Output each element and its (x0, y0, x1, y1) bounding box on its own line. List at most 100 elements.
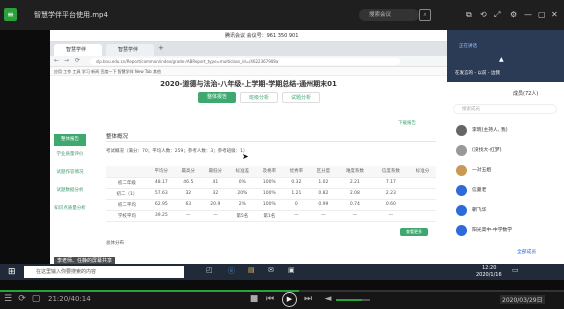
volume-fill (336, 299, 362, 301)
speaker-header: 在发言的 - 以前 - 边我 (455, 71, 500, 76)
clock-text: 12:20 (482, 265, 497, 271)
search-field[interactable]: 搜索会议 (359, 9, 419, 21)
member-search-input[interactable]: 搜索成员 (453, 104, 557, 114)
table-header: 标准差 (228, 166, 256, 178)
table-cell: — (336, 210, 373, 222)
bookmarks-bar[interactable]: 应用 工作 工具 学习 新闻 百度一下 智慧学伴 New Tab 其他 (50, 67, 447, 76)
table-cell: 41 (201, 177, 229, 189)
play-button[interactable]: ▶ (282, 292, 297, 307)
member-row[interactable]: 信曼老 (456, 180, 561, 202)
maximize-icon[interactable]: ▢ (538, 0, 548, 30)
volume-icon[interactable]: ◄ (322, 290, 334, 309)
notification-icon[interactable]: ▭ (512, 266, 519, 274)
reload-icon[interactable]: ⟳ (75, 57, 80, 64)
new-tab-icon[interactable]: + (158, 44, 164, 52)
taskview-icon[interactable]: ◰ (206, 266, 213, 274)
member-name: 李晓(主持人, 我) (472, 128, 508, 133)
table-row: 初二年级 48.17 46.5 41 0% 100% 0.32 1.02 2.21 7.17 (106, 177, 436, 189)
settings-icon[interactable]: ⚙ (510, 0, 520, 30)
member-row[interactable]: 李晓(主持人, 我) (456, 120, 561, 142)
table-cell: 0.32 (282, 177, 310, 189)
avatar (456, 145, 467, 156)
tab-strip: 智慧学伴 智慧学伴 + (50, 42, 447, 56)
view-more-button[interactable]: 查看更多 (400, 228, 428, 236)
table-cell: — (372, 210, 409, 222)
screenshot-icon[interactable]: ⧉ (466, 0, 476, 30)
table-cell: 63 (174, 199, 202, 211)
speaker-panel: 正在讲话 ▲ 在发言的 - 以前 - 边我 (447, 30, 564, 82)
member-name: 朝飞华 (472, 208, 487, 213)
url-input[interactable]: slp.bnu.edu.cn/Report/common/index/grade… (90, 58, 400, 65)
table-cell: 0.74 (336, 199, 373, 211)
sidebar-item-overview[interactable]: 整体报告 (54, 134, 86, 146)
table-header: 及格率 (255, 166, 283, 178)
section-title: 整体概况 (106, 134, 129, 140)
table-cell: — (309, 210, 337, 222)
table-header: 信度系数 (372, 166, 409, 178)
close-icon[interactable]: ✕ (551, 0, 561, 30)
member-row[interactable]: 朝飞华 (456, 200, 561, 222)
edge-icon[interactable]: ⓔ (228, 266, 235, 276)
windows-start-icon[interactable]: ⊞ (8, 267, 18, 277)
forward-icon[interactable]: → (64, 57, 69, 64)
sidebar-item-data[interactable]: 试题数据分析 (54, 188, 86, 194)
exam-summary: 考试概况（满分：70；平均人数：259；参考人数：3；参考班级：1） (106, 149, 248, 154)
sidebar-item-quality[interactable]: 学业质量评价 (54, 152, 86, 158)
mail-icon[interactable]: ✉ (268, 266, 274, 274)
loop-icon[interactable]: ⟳ (16, 290, 28, 309)
next-button[interactable]: ⏭ (302, 290, 314, 309)
table-cell: 57.63 (147, 188, 175, 200)
class-analysis-button[interactable]: 班级分析 (240, 92, 278, 103)
meeting-title: 腾讯会议 会议号：961 350 901 (225, 33, 299, 39)
tab-2[interactable]: 智慧学伴 (106, 44, 154, 56)
collapse-icon[interactable]: ▲ (499, 56, 504, 63)
table-cell: 100% (255, 188, 283, 200)
avatar (456, 205, 467, 216)
avatar (456, 185, 467, 196)
table-cell: 32 (201, 188, 229, 200)
table-cell: — (201, 210, 229, 222)
taskbar-search-input[interactable]: 在这里输入你要搜索的内容 (24, 266, 184, 278)
table-header: 标准分 (408, 166, 436, 178)
video-player: ≡ 智慧学伴平台使用.mp4 搜索会议 ⌕ ⧉ ⟲ ⤢ ⚙ — ▢ ✕ 腾讯会议… (0, 0, 564, 309)
table-cell: 初二平均 (106, 199, 148, 211)
page-title: 2020-道德与法治-八年级-上学期-学期总结-通州期末01 (160, 80, 337, 88)
member-row[interactable]: (没找大-红梦) (456, 140, 561, 162)
sidebar-item-answers[interactable]: 试题作答情况 (54, 170, 86, 176)
table-header (106, 166, 148, 178)
table-cell: 学校平均 (106, 210, 148, 222)
menu-icon[interactable]: ≡ (4, 8, 17, 21)
store-icon[interactable]: ▣ (288, 266, 295, 274)
table-cell (408, 177, 436, 189)
stop-button[interactable]: ■ (248, 290, 260, 309)
question-analysis-button[interactable]: 试题分析 (282, 92, 320, 103)
table-row: 初二平均 62.95 63 20.9 2% 100% 0 0.99 0.74 0.60 (106, 199, 436, 211)
member-row[interactable]: 阳光高中-中学数学 (456, 220, 561, 242)
member-name: 一对五姐 (472, 168, 492, 173)
member-row[interactable]: 一对五姐 (456, 160, 561, 182)
cursor-icon: ➤ (242, 152, 249, 161)
previous-button[interactable]: ⏮ (264, 290, 276, 309)
share-icon[interactable]: ⟲ (480, 0, 490, 30)
download-report-link[interactable]: 下载报告 (398, 120, 416, 126)
member-name: (没找大-红梦) (472, 148, 502, 153)
overall-report-button[interactable]: 整体报告 (198, 92, 236, 103)
table-cell: — (174, 210, 202, 222)
member-name: 阳光高中-中学数学 (472, 228, 513, 233)
distribution-label: 总体分布 (106, 241, 124, 246)
folder-icon[interactable]: ▤ (248, 266, 255, 274)
stop-icon[interactable]: ▢ (30, 290, 42, 309)
search-icon[interactable]: ⌕ (419, 9, 431, 21)
back-icon[interactable]: ← (54, 57, 59, 64)
view-all-members-link[interactable]: 全部成员 (517, 248, 536, 255)
sidebar-item-knowledge[interactable]: 知识点质量分析 (54, 206, 86, 212)
taskbar-search-text: 在这里输入你要搜索的内容 (36, 269, 97, 275)
table-cell: 0.99 (309, 199, 337, 211)
minimize-icon[interactable]: — (524, 0, 534, 30)
table-cell: 初二（1） (106, 188, 148, 200)
list-icon[interactable]: ☰ (2, 290, 14, 309)
fullscreen-icon[interactable]: ⤢ (494, 0, 504, 30)
tab-1[interactable]: 智慧学伴 (54, 44, 102, 56)
table-cell: 100% (255, 177, 283, 189)
avatar (456, 165, 467, 176)
